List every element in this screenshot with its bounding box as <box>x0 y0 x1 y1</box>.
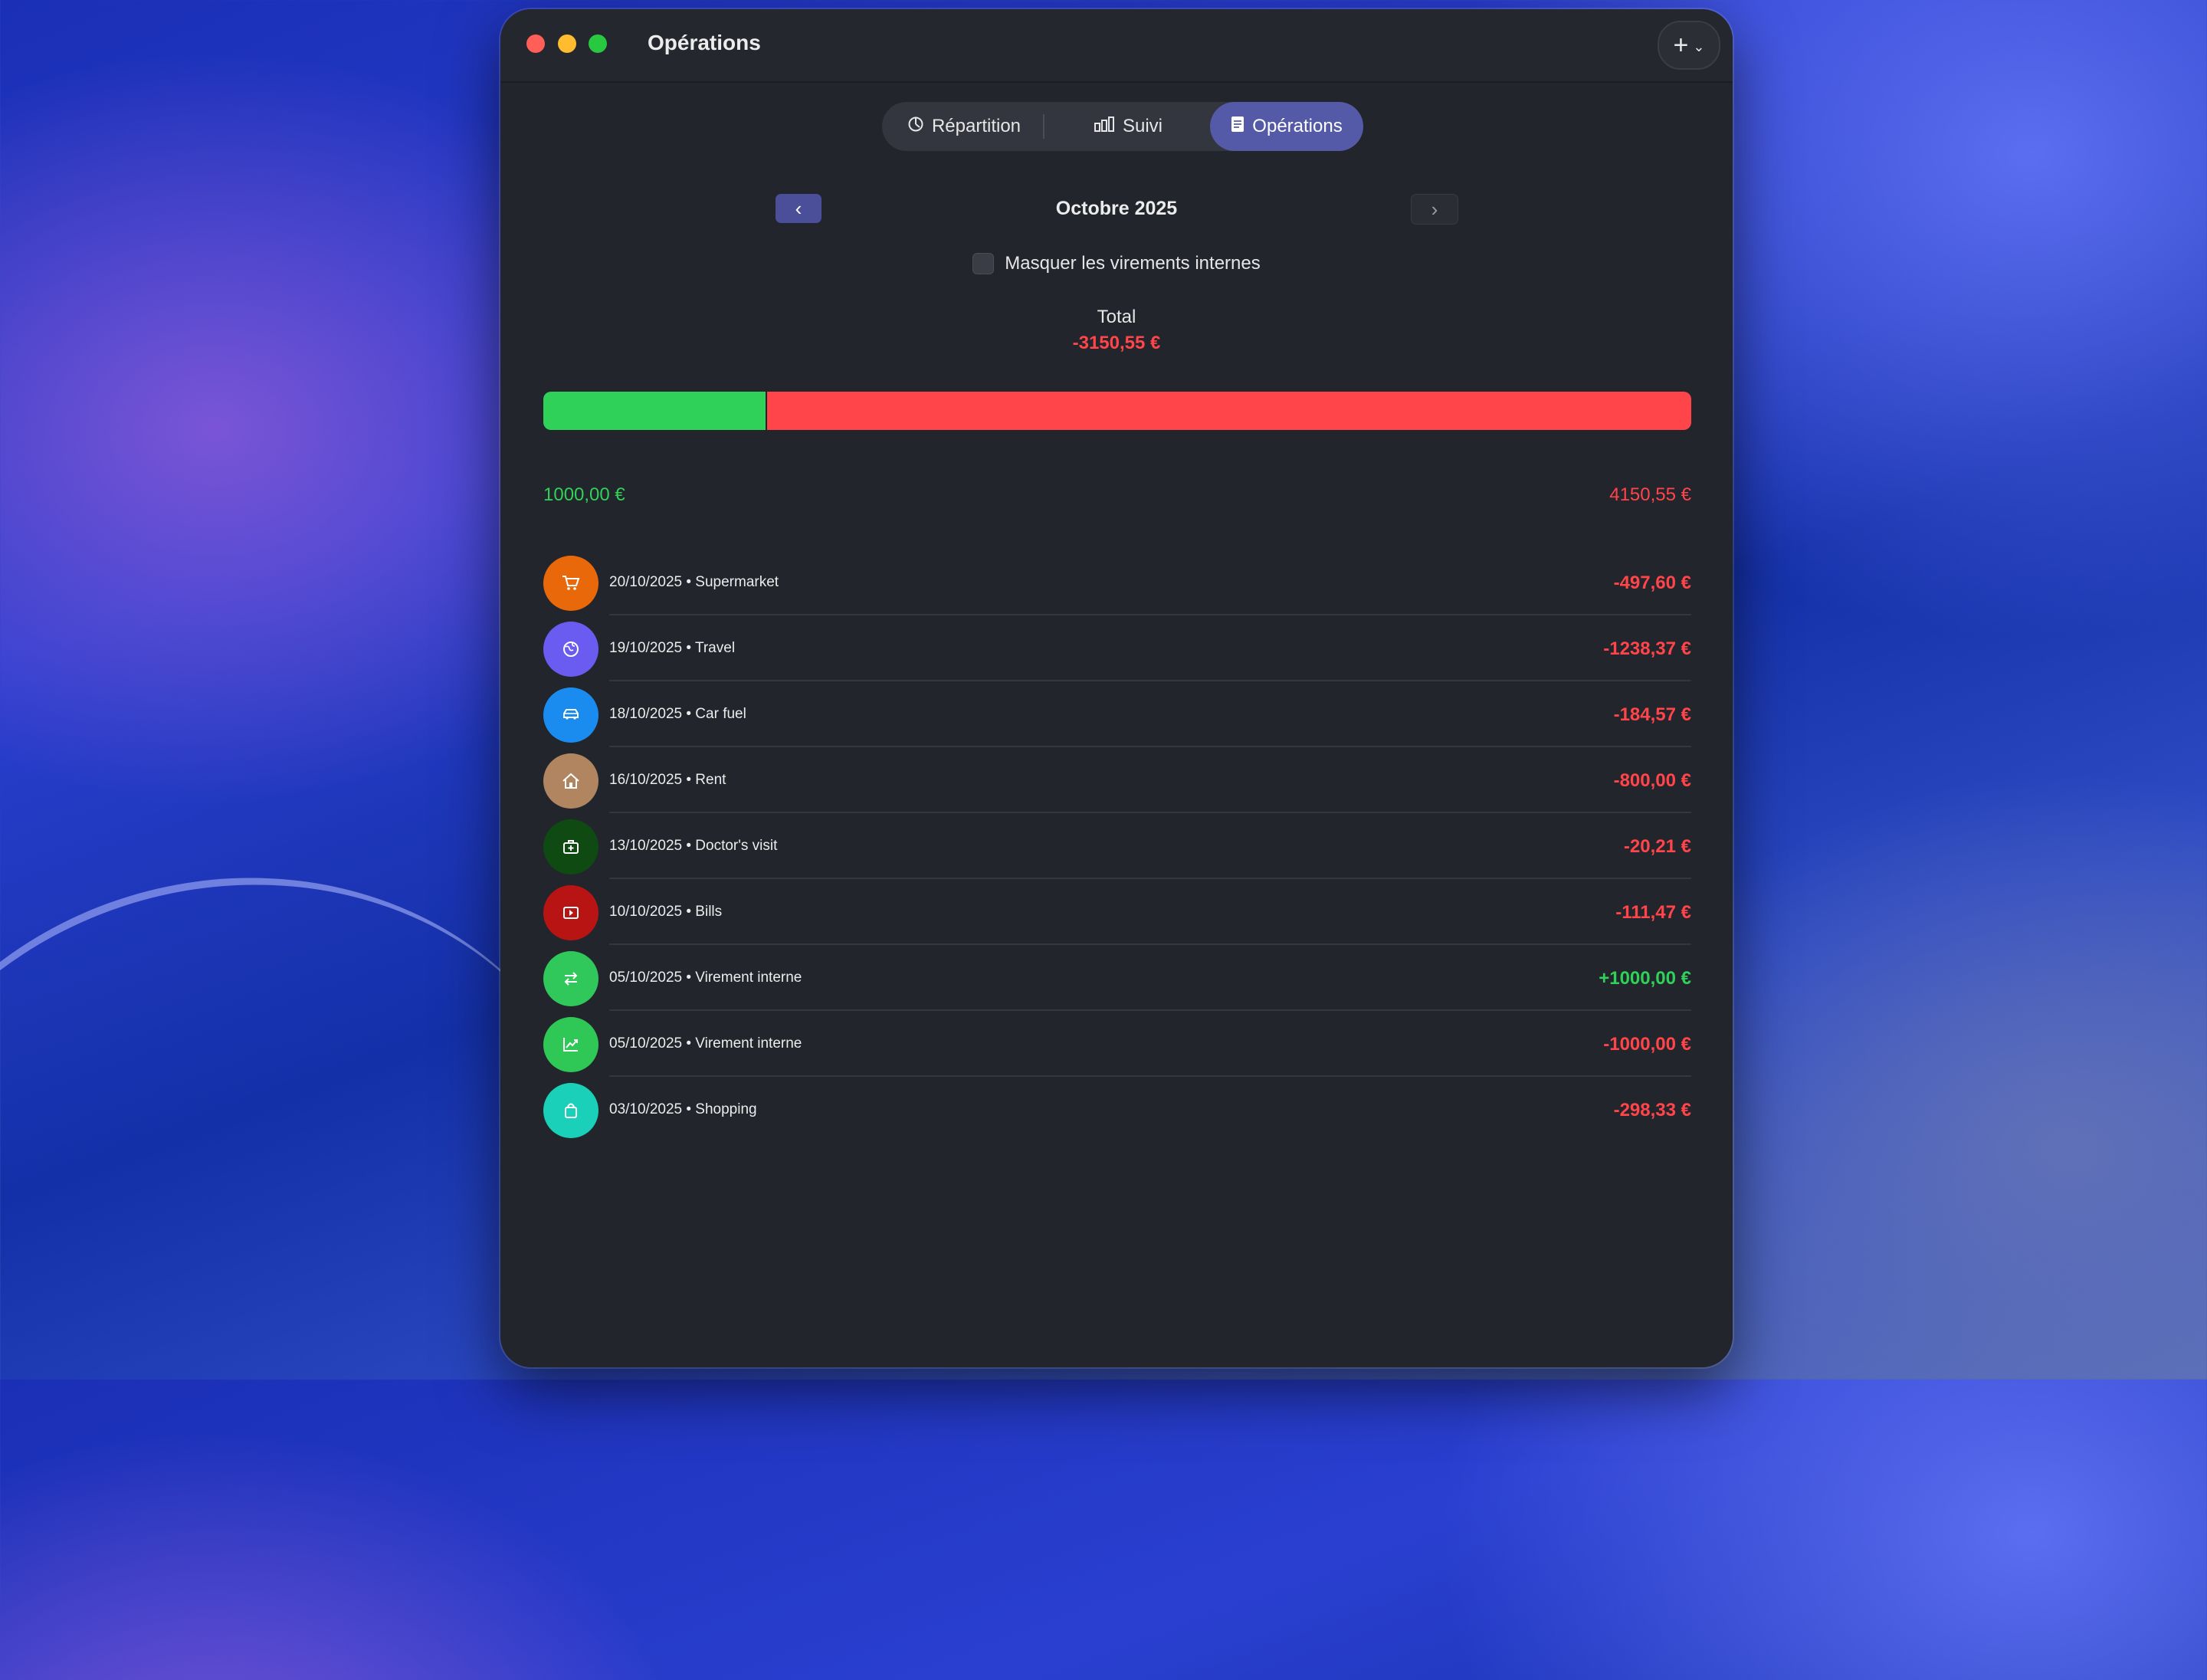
next-month-button[interactable]: › <box>1411 194 1458 225</box>
hide-internal-transfers-toggle: Masquer les virements internes <box>500 253 1733 274</box>
tab-operations[interactable]: Opérations <box>1210 102 1363 151</box>
bar-chart-icon <box>1094 116 1115 138</box>
transaction-amount: -20,21 € <box>1623 836 1691 857</box>
month-label: Octobre 2025 <box>1055 198 1178 219</box>
transaction-description: 19/10/2025 • Travel <box>609 640 736 656</box>
play-icon <box>563 907 579 919</box>
car-icon <box>563 709 579 720</box>
transaction-description: 10/10/2025 • Bills <box>609 904 723 920</box>
transaction-row[interactable]: 16/10/2025 • Rent -800,00 € <box>543 747 1691 813</box>
category-avatar <box>543 819 598 874</box>
transaction-row[interactable]: 13/10/2025 • Doctor's visit -20,21 € <box>543 813 1691 879</box>
category-avatar <box>543 556 598 611</box>
transaction-row[interactable]: 03/10/2025 • Shopping -298,33 € <box>543 1077 1691 1143</box>
transaction-row[interactable]: 10/10/2025 • Bills -111,47 € <box>543 879 1691 945</box>
chevron-right-icon: › <box>1431 197 1438 221</box>
zoom-window-button[interactable] <box>589 34 607 53</box>
trend-icon <box>563 1038 578 1052</box>
transaction-row[interactable]: 05/10/2025 • Virement interne +1000,00 € <box>543 945 1691 1011</box>
total-label: Total <box>1097 307 1136 327</box>
month-navigator: ‹ Octobre 2025 › <box>500 185 1733 231</box>
transaction-amount: -111,47 € <box>1615 902 1691 923</box>
add-menu-button[interactable]: + ⌄ <box>1658 21 1720 70</box>
category-avatar <box>543 1017 598 1072</box>
category-avatar <box>543 687 598 743</box>
minimize-window-button[interactable] <box>558 34 576 53</box>
house-icon <box>562 773 579 789</box>
title-bar: Opérations + ⌄ <box>500 9 1733 83</box>
bag-icon <box>565 1103 577 1118</box>
document-icon <box>1231 116 1245 138</box>
globe-icon <box>563 641 579 657</box>
total-summary: Total -3150,55 € <box>500 307 1733 354</box>
transaction-description: 13/10/2025 • Doctor's visit <box>609 838 778 854</box>
view-segmented-control: Répartition Suivi Opérations <box>882 102 1363 151</box>
app-window: Opérations + ⌄ Répartition Suivi Opérati… <box>500 9 1733 1367</box>
window-title: Opérations <box>648 31 761 54</box>
tab-label: Suivi <box>1122 116 1163 136</box>
transaction-description: 05/10/2025 • Virement interne <box>609 970 802 986</box>
transaction-amount: -800,00 € <box>1613 770 1691 791</box>
transaction-amount: -184,57 € <box>1613 704 1691 725</box>
total-value: -3150,55 € <box>1072 333 1161 353</box>
income-total: 1000,00 € <box>543 484 625 505</box>
tab-label: Répartition <box>931 116 1022 136</box>
hide-internal-transfers-label: Masquer les virements internes <box>1005 253 1261 274</box>
transaction-description: 03/10/2025 • Shopping <box>609 1101 757 1117</box>
hide-internal-transfers-checkbox[interactable] <box>972 253 995 274</box>
category-avatar <box>543 951 598 1006</box>
transaction-description: 05/10/2025 • Virement interne <box>609 1035 802 1052</box>
transaction-description: 20/10/2025 • Supermarket <box>609 574 779 590</box>
pie-chart-icon <box>907 116 924 138</box>
transaction-row[interactable]: 20/10/2025 • Supermarket -497,60 € <box>543 550 1691 615</box>
transfer-icon <box>564 972 578 986</box>
close-window-button[interactable] <box>526 34 545 53</box>
category-avatar <box>543 885 598 940</box>
transaction-amount: -298,33 € <box>1613 1100 1691 1121</box>
balance-bar <box>543 392 1691 430</box>
cart-icon <box>562 576 580 590</box>
segment-divider <box>1043 114 1044 139</box>
transaction-amount: -1000,00 € <box>1603 1034 1691 1055</box>
expense-total: 4150,55 € <box>1609 484 1691 505</box>
chevron-down-icon: ⌄ <box>1693 38 1705 54</box>
transaction-amount: +1000,00 € <box>1599 968 1691 989</box>
transaction-row[interactable]: 18/10/2025 • Car fuel -184,57 € <box>543 681 1691 747</box>
tab-suivi[interactable]: Suivi <box>1046 102 1210 151</box>
medical-kit-icon <box>563 840 579 854</box>
transaction-row[interactable]: 19/10/2025 • Travel -1238,37 € <box>543 615 1691 681</box>
tab-label: Opérations <box>1252 116 1343 136</box>
category-avatar <box>543 753 598 809</box>
category-avatar <box>543 1083 598 1138</box>
transaction-amount: -1238,37 € <box>1603 638 1691 659</box>
expense-segment <box>766 392 1691 430</box>
transaction-list: 20/10/2025 • Supermarket -497,60 € 19/10/2… <box>543 550 1691 1143</box>
tab-repartition[interactable]: Répartition <box>882 102 1046 151</box>
plus-icon: + <box>1673 30 1689 60</box>
category-avatar <box>543 622 598 677</box>
transaction-description: 16/10/2025 • Rent <box>609 772 726 788</box>
income-segment <box>543 392 766 430</box>
transaction-amount: -497,60 € <box>1613 573 1691 593</box>
transaction-description: 18/10/2025 • Car fuel <box>609 706 746 722</box>
transaction-row[interactable]: 05/10/2025 • Virement interne -1000,00 € <box>543 1011 1691 1077</box>
